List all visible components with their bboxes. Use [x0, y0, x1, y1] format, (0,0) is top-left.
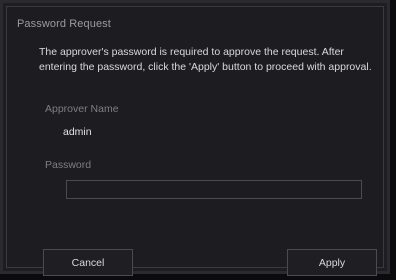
dialog-title: Password Request	[17, 18, 111, 30]
apply-button-label: Apply	[318, 256, 346, 269]
approver-name-value: admin	[63, 126, 92, 138]
dialog-description: The approver's password is required to a…	[39, 46, 372, 73]
password-request-dialog: Password Request The approver's password…	[0, 0, 390, 276]
cancel-button[interactable]: Cancel	[43, 249, 133, 276]
dialog-body: Password Request The approver's password…	[6, 6, 384, 276]
approver-name-label: Approver Name	[45, 103, 119, 115]
password-label: Password	[45, 159, 92, 171]
apply-button[interactable]: Apply	[287, 249, 377, 276]
password-input[interactable]	[66, 180, 362, 199]
cancel-button-label: Cancel	[71, 256, 105, 269]
